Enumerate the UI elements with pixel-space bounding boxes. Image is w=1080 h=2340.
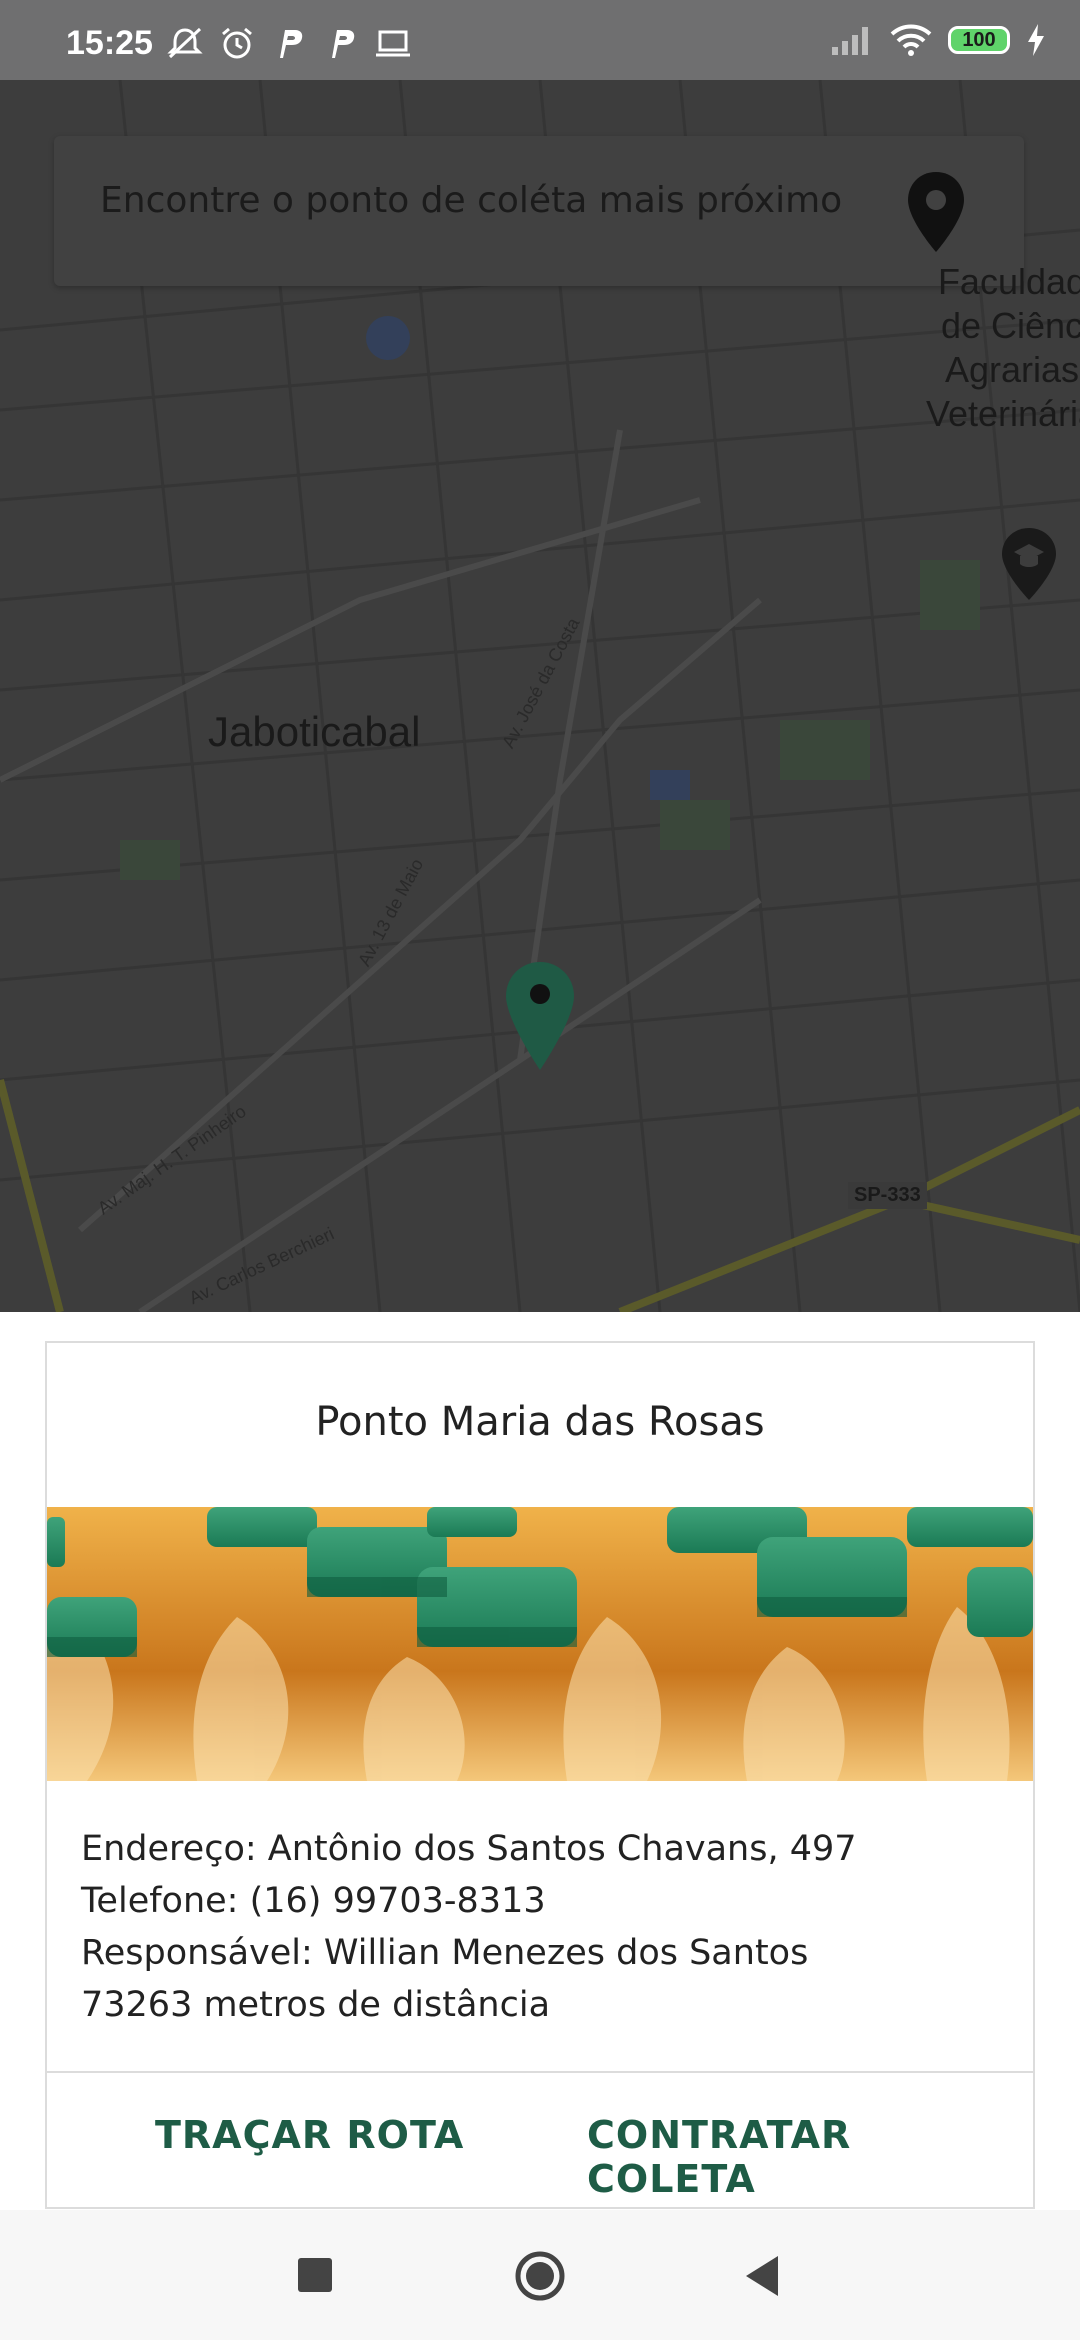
- city-label: Jaboticabal: [208, 708, 421, 755]
- poi-label-line: Agrarias: [944, 349, 1080, 390]
- distance-text: 73263 metros de distância: [81, 1985, 551, 2025]
- card-details: Endereço: Antônio dos Santos Chavans, 49…: [81, 1823, 857, 2031]
- battery-icon: 100: [948, 26, 1010, 54]
- status-left-icons: [166, 26, 412, 60]
- status-time: 15:25: [66, 24, 153, 62]
- responsible-text: Responsável: Willian Menezes dos Santos: [81, 1933, 809, 1973]
- map-marker-icon[interactable]: [504, 960, 576, 1072]
- oil-bottles-image: [47, 1507, 1033, 1781]
- poi-label-line: Faculdad: [937, 261, 1080, 302]
- address-text: Endereço: Antônio dos Santos Chavans, 49…: [81, 1829, 857, 1869]
- poi-label: Faculdad de Ciênc Agrarias Veterinária: [912, 260, 1080, 436]
- parking-icon: [332, 30, 355, 58]
- trace-route-button[interactable]: TRAÇAR ROTA: [155, 2113, 464, 2157]
- recent-apps-icon[interactable]: [298, 2258, 332, 2292]
- charging-icon: [1028, 24, 1044, 56]
- collection-point-card: Ponto Maria das Rosas Endereço: Antônio …: [45, 1341, 1035, 2209]
- card-actions: TRAÇAR ROTA CONTRATAR COLETA: [47, 2073, 1033, 2209]
- signal-icon: [832, 27, 868, 55]
- navigation-bar: [0, 2210, 1080, 2340]
- bottles-illustration: [47, 1507, 1033, 1781]
- poi-label-line: de Ciênc: [940, 305, 1080, 346]
- card-title: Ponto Maria das Rosas: [315, 1399, 765, 1445]
- home-icon[interactable]: [514, 2250, 566, 2302]
- highway-label: SP-333: [848, 1182, 927, 1209]
- laptop-icon: [376, 30, 410, 57]
- phone-text: Telefone: (16) 99703-8313: [81, 1881, 546, 1921]
- location-pin-icon[interactable]: [904, 170, 968, 254]
- back-icon[interactable]: [742, 2254, 782, 2298]
- university-icon[interactable]: [1000, 526, 1058, 602]
- mute-icon: [167, 27, 203, 59]
- parking-icon: [280, 30, 303, 58]
- status-right-icons: 100: [830, 24, 1046, 56]
- status-bar: 15:25 100: [0, 0, 1080, 80]
- alarm-icon: [222, 27, 252, 59]
- map-view[interactable]: Encontre o ponto de coléta mais próximo …: [0, 80, 1080, 1312]
- battery-level: 100: [962, 28, 996, 51]
- hire-collection-button[interactable]: CONTRATAR COLETA: [587, 2113, 1033, 2201]
- map-search-bar[interactable]: Encontre o ponto de coléta mais próximo: [54, 136, 1024, 286]
- wifi-icon: [890, 24, 932, 56]
- search-placeholder: Encontre o ponto de coléta mais próximo: [100, 180, 843, 221]
- poi-label-line: Veterinária: [925, 393, 1080, 434]
